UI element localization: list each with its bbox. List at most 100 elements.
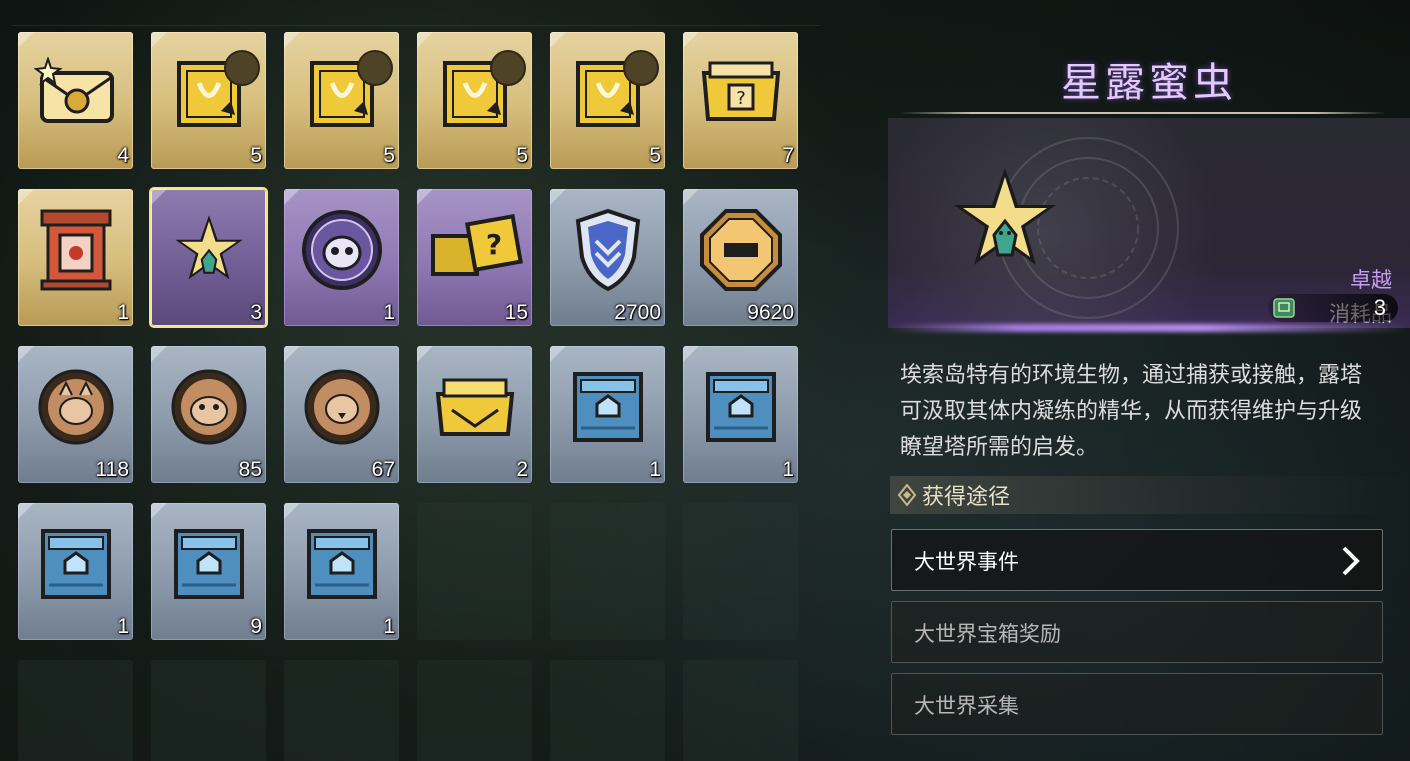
corner-mark (683, 346, 699, 362)
corner-mark (151, 189, 167, 205)
item-count: 85 (238, 458, 262, 481)
corner-mark (18, 32, 34, 48)
source-open-world-gather-button[interactable]: 大世界采集 (891, 673, 1383, 735)
corner-mark (151, 503, 167, 519)
blue-chest-icon (569, 368, 647, 450)
corner-mark (284, 32, 300, 48)
corner-mark (550, 32, 566, 48)
item-count: 9620 (747, 301, 794, 324)
monkey-medal-icon (169, 367, 249, 451)
inventory-slot-bird-medal[interactable]: 67 (284, 346, 399, 483)
item-count: 2 (516, 458, 528, 481)
source-label: 大世界事件 (914, 550, 1019, 574)
source-open-world-chest-button[interactable]: 大世界宝箱奖励 (891, 601, 1383, 663)
svg-text:?: ? (485, 228, 501, 261)
empty-slot (417, 503, 532, 640)
diamond-icon (898, 484, 916, 506)
item-count: 2700 (614, 301, 661, 324)
item-count: 1 (649, 458, 661, 481)
divider (12, 25, 820, 26)
inventory-slot-blue-chest-3[interactable]: 1 (18, 503, 133, 640)
bird-medal-icon (302, 367, 382, 451)
inventory-slot-star-dew-bug[interactable]: 3 (151, 189, 266, 326)
inventory-slot-blue-chest-1[interactable]: 1 (550, 346, 665, 483)
empty-slot (151, 660, 266, 761)
item-count: 1 (383, 301, 395, 324)
item-count: 118 (95, 458, 129, 481)
corner-mark (18, 503, 34, 519)
item-title: 星露蜜虫 (1061, 60, 1237, 106)
corner-mark (151, 346, 167, 362)
corner-mark (284, 189, 300, 205)
stall-icon (34, 205, 118, 299)
owl-medal-icon (299, 207, 385, 297)
inventory-slot-owl-medal[interactable]: 1 (284, 189, 399, 326)
item-count: 4 (117, 144, 129, 167)
item-count: 5 (649, 144, 661, 167)
mystery-crate-icon: ? (427, 210, 523, 294)
empty-slot (683, 503, 798, 640)
blue-chest-icon (702, 368, 780, 450)
item-count: 3 (250, 301, 262, 324)
inventory-slot-cat-medal[interactable]: 118 (18, 346, 133, 483)
chevron-right-icon (1342, 546, 1360, 576)
item-detail-panel: 星露蜜虫 卓越 消耗品 3 埃索岛特有的环境生物，通过捕获或接触，露塔可汲取其体… (888, 0, 1410, 761)
corner-mark (284, 346, 300, 362)
owned-count-bar: 3 (1268, 294, 1398, 322)
inventory-slot-manual-item-3[interactable]: 5 (417, 32, 532, 169)
corner-mark (18, 189, 34, 205)
empty-slot (550, 660, 665, 761)
svg-text:?: ? (736, 88, 746, 109)
lock-badge-icon (623, 50, 659, 86)
empty-slot (417, 660, 532, 761)
source-label: 大世界采集 (914, 694, 1019, 718)
item-count: 7 (782, 144, 794, 167)
corner-mark (18, 346, 34, 362)
coin-icon (698, 207, 784, 297)
corner-mark (683, 189, 699, 205)
inventory-slot-letter-item[interactable]: 4 (18, 32, 133, 169)
inventory-slot-blue-chest-4[interactable]: 9 (151, 503, 266, 640)
inventory-slot-stall-item[interactable]: 1 (18, 189, 133, 326)
blue-chest-icon (303, 525, 381, 607)
empty-slot (18, 660, 133, 761)
corner-mark (550, 346, 566, 362)
inventory-slot-manual-item-1[interactable]: 5 (151, 32, 266, 169)
inventory-slot-blue-chest-5[interactable]: 1 (284, 503, 399, 640)
inventory-slot-monkey-medal[interactable]: 85 (151, 346, 266, 483)
star-bug-large-icon (954, 168, 1056, 265)
blue-chest-icon (37, 525, 115, 607)
cat-medal-icon (36, 367, 116, 451)
star-bug-icon (171, 212, 247, 292)
inventory-slot-manual-item-4[interactable]: 5 (550, 32, 665, 169)
item-count: 5 (383, 144, 395, 167)
item-count: 1 (383, 615, 395, 638)
item-count: 5 (516, 144, 528, 167)
item-rarity: 卓越 (1350, 268, 1392, 292)
source-title: 获得途径 (922, 485, 1011, 510)
corner-mark (417, 346, 433, 362)
blue-chest-icon (170, 525, 248, 607)
lock-badge-icon (357, 50, 393, 86)
item-count: 1 (117, 615, 129, 638)
corner-mark (284, 503, 300, 519)
item-count: 5 (250, 144, 262, 167)
inventory-grid: 4 5 5 5 5? 7 1 3 1? 15 2700 9620 118 85 67 2 1 1 1 9 1 (18, 32, 798, 761)
inventory-slot-manual-item-2[interactable]: 5 (284, 32, 399, 169)
item-description: 埃索岛特有的环境生物，通过捕获或接触，露塔可汲取其体内凝练的精华，从而获得维护与… (900, 363, 1363, 460)
empty-slot (550, 503, 665, 640)
gold-chest-icon (432, 372, 518, 446)
inventory-slot-mystery-chest-gold[interactable]: ? 7 (683, 32, 798, 169)
inventory-slot-coin-octagon[interactable]: 9620 (683, 189, 798, 326)
sealed-letter-icon (32, 55, 118, 133)
source-open-world-event-button[interactable]: 大世界事件 (891, 529, 1383, 591)
corner-mark (417, 32, 433, 48)
inventory-slot-mystery-crate[interactable]: ? 15 (417, 189, 532, 326)
title-divider (900, 112, 1386, 114)
bag-icon (1273, 298, 1295, 318)
item-count: 15 (504, 301, 528, 324)
inventory-slot-shield-crest[interactable]: 2700 (550, 189, 665, 326)
inventory-slot-gold-chest[interactable]: 2 (417, 346, 532, 483)
inventory-slot-blue-chest-2[interactable]: 1 (683, 346, 798, 483)
empty-slot (683, 660, 798, 761)
